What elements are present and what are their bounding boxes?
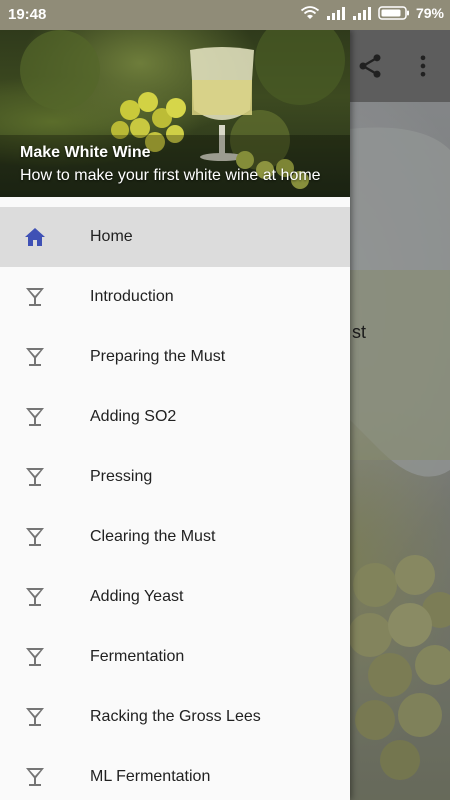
wine-glass-icon [26,288,44,306]
menu-item-home[interactable]: Home [0,207,350,267]
menu-item-label: Racking the Gross Lees [90,708,261,725]
battery-icon [378,6,409,20]
signal-icon [326,7,345,20]
wine-glass-icon [26,648,44,666]
wine-glass-icon [26,708,44,726]
menu-item-ml-fermentation[interactable]: ML Fermentation [0,747,350,800]
menu-item-label: Introduction [90,288,174,305]
menu-item-label: Pressing [90,468,153,485]
menu-item-label: Adding SO2 [90,408,177,425]
menu-item-label: Home [90,228,133,245]
drawer-header: Make White Wine How to make your first w… [0,30,350,197]
wifi-icon [300,6,320,19]
wine-glass-icon [26,348,44,366]
menu-item-adding-so2[interactable]: Adding SO2 [0,387,350,447]
wine-glass-icon [26,768,44,786]
wine-glass-icon [26,408,44,426]
wine-glass-icon [26,468,44,486]
menu-item-label: ML Fermentation [90,768,211,785]
menu-item-label: Clearing the Must [90,528,216,545]
menu-item-clearing-the-must[interactable]: Clearing the Must [0,507,350,567]
menu-item-preparing-the-must[interactable]: Preparing the Must [0,327,350,387]
menu-item-pressing[interactable]: Pressing [0,447,350,507]
navigation-drawer: Make White Wine How to make your first w… [0,30,350,800]
home-icon [25,228,45,246]
menu-item-adding-yeast[interactable]: Adding Yeast [0,567,350,627]
wine-glass-icon [26,528,44,546]
battery-percent: 79% [415,5,444,21]
drawer-title: Make White Wine [20,144,151,161]
menu-item-label: Adding Yeast [90,588,184,605]
menu-item-label: Preparing the Must [90,348,226,365]
menu-item-racking-the-gross-lees[interactable]: Racking the Gross Lees [0,687,350,747]
drawer-menu: Home Introduction Preparing the Must Add… [0,207,350,800]
signal-icon [352,7,371,20]
status-time: 19:48 [8,6,47,23]
drawer-subtitle: How to make your first white wine at hom… [20,167,321,184]
menu-item-fermentation[interactable]: Fermentation [0,627,350,687]
status-bar: 19:48 79% [0,0,450,30]
menu-item-label: Fermentation [90,648,185,665]
wine-glass-icon [26,588,44,606]
menu-item-introduction[interactable]: Introduction [0,267,350,327]
